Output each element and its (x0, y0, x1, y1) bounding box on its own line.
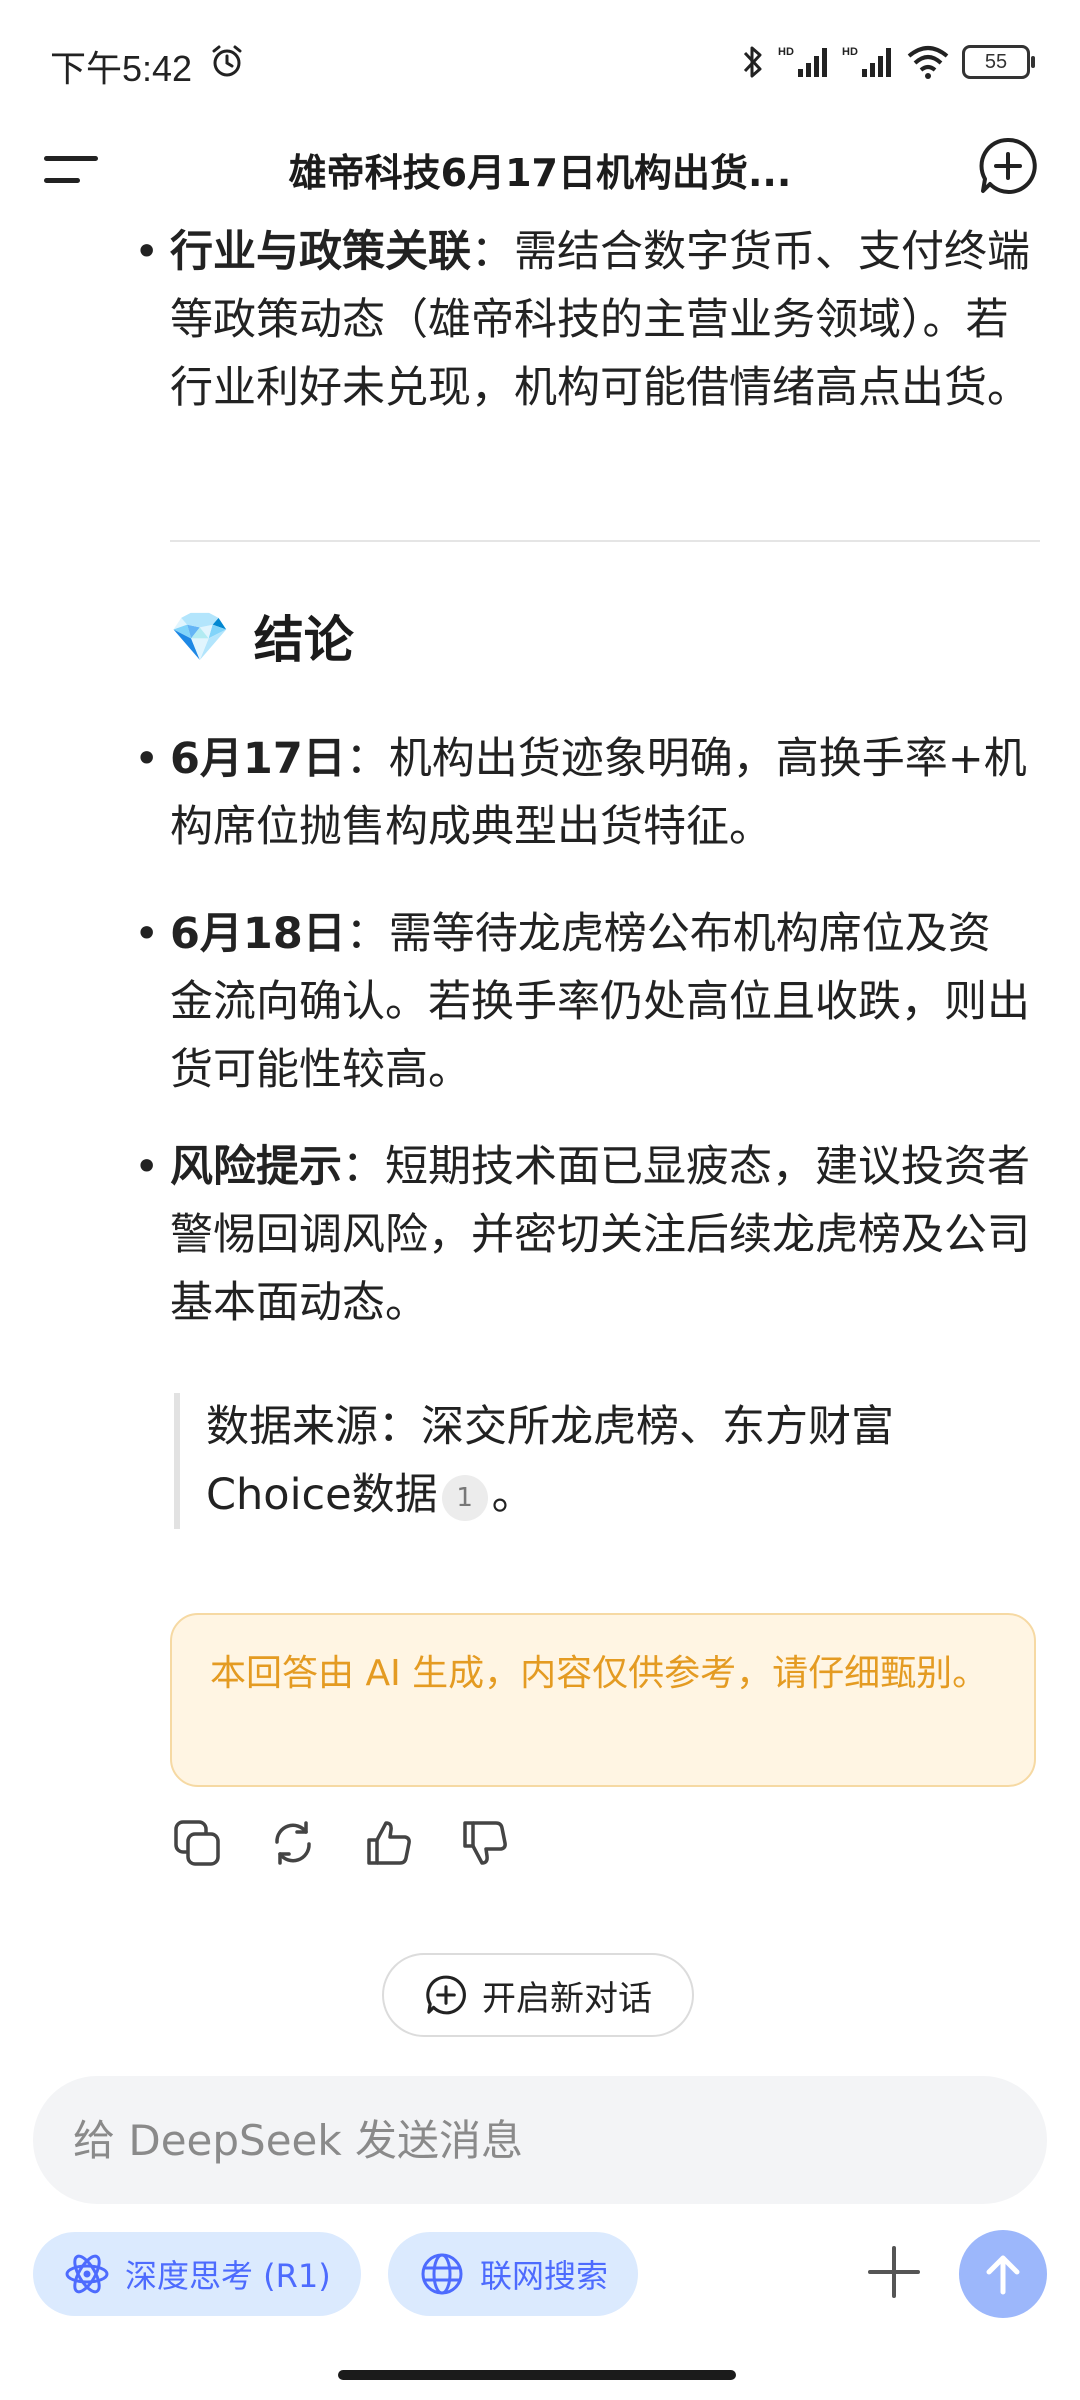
arrow-up-icon (986, 2255, 1020, 2295)
source-quote: 数据来源：深交所龙虎榜、东方财富Choice数据 1。 (174, 1393, 1036, 1529)
ai-disclaimer: 本回答由 AI 生成，内容仅供参考，请仔细甄别。 (170, 1613, 1036, 1787)
source-text: 数据来源：深交所龙虎榜、东方财富Choice数据 (206, 1402, 894, 1520)
deep-think-toggle[interactable]: 深度思考 (R1) (33, 2232, 361, 2316)
status-bar: 下午5:42 HD HD 55 (0, 0, 1080, 120)
list-item: 风险提示：短期技术面已显疲态，建议投资者警惕回调风险，并密切关注后续龙虎榜及公司… (134, 1133, 1030, 1337)
new-chat-icon (426, 1975, 466, 2015)
alarm-icon (212, 45, 242, 77)
web-search-toggle[interactable]: 联网搜索 (388, 2232, 639, 2316)
bullet-heading: 6月18日 (170, 909, 346, 959)
status-icons: HD HD 55 (740, 42, 1035, 82)
bullet-heading: 风险提示 (170, 1142, 342, 1192)
regenerate-icon[interactable] (268, 1818, 318, 1868)
deep-think-label: 深度思考 (R1) (125, 2257, 331, 2295)
page-title: 雄帝科技6月17日机构出货... (288, 151, 792, 195)
new-dialog-label: 开启新对话 (482, 1978, 652, 2019)
list-item: 6月18日：需等待龙虎榜公布机构席位及资金流向确认。若换手率仍处高位且收跌，则出… (134, 900, 1030, 1104)
globe-icon (421, 2253, 463, 2295)
copy-icon[interactable] (172, 1818, 222, 1868)
signal-hd-icon: HD (778, 46, 827, 77)
atom-icon (65, 2254, 109, 2294)
section-title: 结论 (253, 611, 354, 669)
send-button[interactable] (959, 2230, 1047, 2318)
message-composer (33, 2076, 1047, 2204)
thumbs-up-icon[interactable] (364, 1818, 414, 1868)
top-app-bar: 雄帝科技6月17日机构出货... (0, 120, 1080, 220)
section-header: 💎 结论 (170, 600, 354, 672)
wifi-icon (907, 46, 949, 79)
source-end: 。 (491, 1470, 535, 1520)
bluetooth-icon (743, 46, 762, 78)
message-actions (172, 1818, 510, 1868)
list-item: 行业与政策关联：需结合数字货币、支付终端等政策动态（雄帝科技的主营业务领域）。若… (134, 218, 1030, 422)
citation-badge[interactable]: 1 (441, 1474, 488, 1521)
list-item: 6月17日：机构出货迹象明确，高换手率+机构席位抛售构成典型出货特征。 (134, 725, 1030, 861)
gem-icon: 💎 (170, 608, 230, 665)
thumbs-down-icon[interactable] (460, 1818, 510, 1868)
svg-text:HD: HD (778, 46, 794, 58)
bullet-heading: 行业与政策关联 (170, 227, 471, 277)
status-time: 下午5:42 (50, 48, 193, 89)
signal-hd-icon: HD (842, 46, 891, 77)
menu-icon[interactable] (44, 152, 98, 186)
divider (170, 540, 1040, 542)
svg-text:HD: HD (842, 46, 858, 58)
bullet-heading: 6月17日 (170, 734, 346, 784)
home-indicator[interactable] (338, 2370, 736, 2380)
new-chat-icon[interactable] (976, 134, 1040, 198)
new-dialog-button[interactable]: 开启新对话 (382, 1953, 694, 2037)
plus-icon[interactable] (866, 2244, 922, 2300)
web-search-label: 联网搜索 (480, 2257, 609, 2295)
battery-icon: 55 (962, 45, 1035, 79)
message-input[interactable] (71, 2114, 975, 2166)
